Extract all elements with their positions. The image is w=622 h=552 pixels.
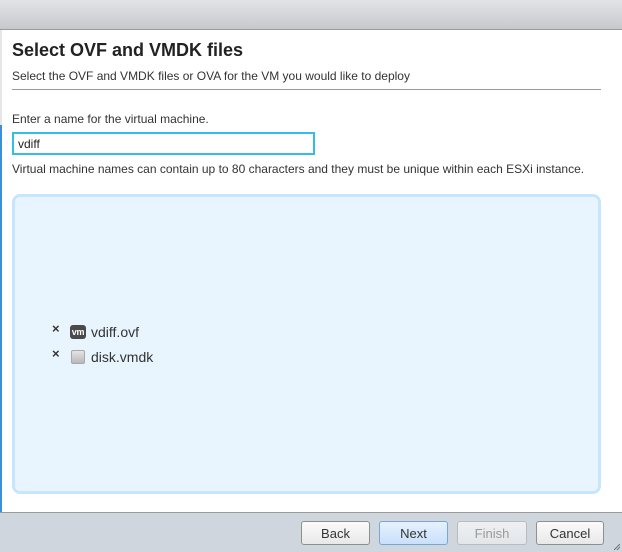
- resize-grip-icon[interactable]: [614, 544, 620, 550]
- file-name: vdiff.ovf: [91, 323, 139, 340]
- page-title: Select OVF and VMDK files: [12, 40, 244, 60]
- vm-name-input[interactable]: [12, 132, 315, 155]
- remove-file-icon[interactable]: ×: [52, 346, 70, 361]
- file-name: disk.vmdk: [91, 348, 154, 365]
- vm-name-label: Enter a name for the virtual machine.: [12, 112, 209, 126]
- back-button[interactable]: Back: [301, 521, 370, 545]
- left-edge: [0, 30, 2, 125]
- next-button[interactable]: Next: [379, 521, 448, 545]
- left-accent-strip: [0, 125, 2, 512]
- file-drop-zone[interactable]: × vm vdiff.ovf × disk.vmdk: [12, 194, 601, 494]
- divider: [12, 89, 601, 90]
- page-subtitle: Select the OVF and VMDK files or OVA for…: [12, 69, 410, 83]
- finish-button[interactable]: Finish: [457, 521, 527, 545]
- file-list: × vm vdiff.ovf × disk.vmdk: [52, 319, 153, 369]
- dialog-titlebar[interactable]: [0, 0, 622, 30]
- vm-name-help: Virtual machine names can contain up to …: [12, 162, 585, 176]
- cancel-button[interactable]: Cancel: [536, 521, 604, 545]
- remove-file-icon[interactable]: ×: [52, 321, 70, 336]
- file-item-vmdk: × disk.vmdk: [52, 344, 153, 369]
- file-item-ovf: × vm vdiff.ovf: [52, 319, 153, 344]
- vm-icon: vm: [70, 324, 86, 339]
- wizard-footer: Back Next Finish Cancel: [0, 512, 622, 552]
- disk-icon: [71, 349, 85, 364]
